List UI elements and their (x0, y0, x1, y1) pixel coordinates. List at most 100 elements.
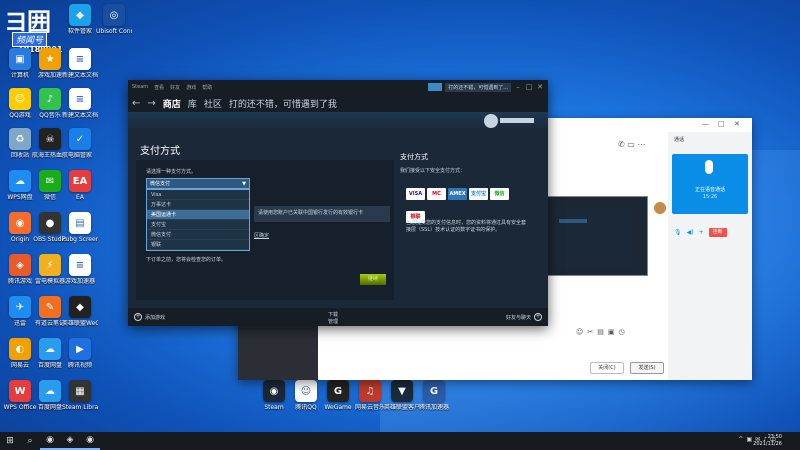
hangup-button[interactable]: 挂断 (708, 228, 727, 237)
desktop-icon[interactable]: ▼ 英雄联盟客户端 (384, 380, 420, 411)
continue-button[interactable]: 继续 (360, 274, 386, 285)
payment-option[interactable]: 美国运通卡 (147, 210, 249, 220)
desktop-icon[interactable]: G WeGame (320, 380, 356, 411)
payment-option[interactable]: 万事达卡 (147, 200, 249, 210)
desktop-icon[interactable]: ≡ 游戏加速器 (62, 254, 98, 285)
payment-card-logo: MC (427, 188, 446, 200)
desktop-icon[interactable]: ≡ 新建文本文档 (62, 88, 98, 119)
tray-app-icon[interactable]: ▣ (746, 436, 752, 443)
desktop-icon-label: 新建文本文档 (62, 72, 98, 79)
tab-store[interactable]: 商店 (163, 97, 181, 110)
speaker-icon[interactable]: ◀) (687, 229, 694, 236)
desktop-icon-label: 英雄联盟WeGame (62, 320, 98, 327)
payment-card-logo: VISA (406, 188, 425, 200)
maximize-icon[interactable]: □ (525, 83, 533, 91)
scissors-icon[interactable]: ✂ (587, 328, 597, 336)
app-icon: ◉ (9, 212, 31, 234)
desktop-icon[interactable]: ≡ 新建文本文档 (62, 48, 98, 79)
taskbar-app-steam[interactable]: ◉ (80, 432, 100, 450)
call-status-card: 正在语音通话 15:26 (672, 154, 748, 214)
call-title: 通话 (674, 137, 685, 143)
app-icon: ♻ (9, 128, 31, 150)
add-game-button[interactable]: + 添加游戏 (134, 313, 165, 321)
app-icon: ☁ (9, 170, 31, 192)
downloads-button[interactable]: 下载 管理 (328, 311, 338, 325)
app-icon: ✉ (39, 170, 61, 192)
minimize-icon[interactable]: — (702, 120, 709, 128)
tray-chevron-icon[interactable]: ^ (738, 436, 743, 443)
user-menu[interactable]: 打的还不错，可惜遇到了... (445, 82, 511, 92)
desktop-icon[interactable]: ▦ Steam Library (62, 380, 98, 411)
payment-method-select[interactable]: 微信支付 ▼ (146, 178, 250, 189)
taskbar-app-chat[interactable]: ◈ (60, 432, 80, 450)
phone-icon[interactable]: ✆ (618, 140, 625, 149)
menu-friends[interactable]: 好友 (170, 84, 180, 91)
more-icon[interactable]: ⋯ (637, 140, 645, 149)
folder-icon[interactable]: ▤ (597, 328, 608, 336)
payment-option[interactable]: Visa (147, 190, 249, 200)
screen-share-icon[interactable]: ▭ (627, 140, 635, 149)
desktop-icon[interactable]: ◆ 软件管家 (62, 4, 98, 35)
clock-icon[interactable]: ◷ (618, 328, 628, 336)
app-icon: ≡ (69, 48, 91, 70)
accepted-methods-panel: 支付方式 我们接受以下安全支付方式： VISA MC AMEX 支付宝 微信银联 当您提… (400, 152, 540, 272)
taskbar-app-qq[interactable]: ◉ (40, 432, 60, 450)
emoji-icon[interactable]: ☺ (576, 328, 587, 336)
menu-steam[interactable]: Steam (132, 84, 148, 90)
steam-footer: + 添加游戏 下载 管理 好友与聊天 + (128, 308, 548, 326)
app-icon: W (9, 380, 31, 402)
steam-titlebar: Steam 查看 好友 游戏 帮助 打的还不错，可惜遇到了... – □ ✕ (128, 80, 548, 94)
desktop-icon-label: Ubisoft Connect (96, 28, 132, 35)
payment-link[interactable]: 区确定 (254, 232, 269, 239)
desktop-icon[interactable]: ◆ 英雄联盟WeGame (62, 296, 98, 327)
tab-profile[interactable]: 打的还不错，可惜遇到了我 (229, 97, 337, 110)
add-member-icon[interactable]: + (699, 229, 704, 236)
minimize-icon[interactable]: – (514, 83, 522, 91)
microphone-icon (702, 160, 716, 182)
desktop-icon-label: 腾讯加速器 (418, 404, 449, 411)
close-chat-button[interactable]: 关闭(C) (590, 362, 624, 374)
desktop-icon[interactable]: EA EA (62, 170, 98, 201)
steam-window[interactable]: Steam 查看 好友 游戏 帮助 打的还不错，可惜遇到了... – □ ✕ ←… (128, 80, 548, 326)
mic-toggle-icon[interactable]: 🎙 (674, 229, 682, 236)
app-icon: ★ (39, 48, 61, 70)
menu-help[interactable]: 帮助 (202, 84, 212, 91)
desktop-icon[interactable]: ✓ 电脑管家 (62, 128, 98, 159)
shared-screen-thumbnail (538, 196, 648, 276)
back-arrow-icon[interactable]: ← (132, 98, 140, 109)
app-icon: ⚡ (39, 254, 61, 276)
desktop-icon[interactable]: ◉ Steam (256, 380, 292, 411)
payment-option[interactable]: 银联 (147, 240, 249, 250)
desktop-icon-label: EA (76, 194, 84, 201)
payment-option[interactable]: 支付宝 (147, 220, 249, 230)
desktop-icon[interactable]: ◎ Ubisoft Connect (96, 4, 132, 35)
menu-view[interactable]: 查看 (154, 84, 164, 91)
start-icon[interactable]: ⊞ (0, 432, 20, 450)
broadcast-button[interactable] (428, 83, 443, 91)
clock[interactable]: 23:50 2021/11/26 (753, 434, 782, 448)
forward-arrow-icon[interactable]: → (147, 98, 155, 109)
desktop-icon[interactable]: ▶ 腾讯视频 (62, 338, 98, 369)
friends-label: 好友与聊天 (505, 314, 531, 321)
send-button[interactable]: 发送(S) (630, 362, 664, 374)
downloads-label: 下载 (328, 312, 339, 318)
friends-chat-button[interactable]: 好友与聊天 + (506, 313, 542, 321)
desktop-icon[interactable]: ☺ 腾讯QQ (288, 380, 324, 411)
avatar[interactable] (654, 202, 666, 214)
tab-community[interactable]: 社区 (204, 97, 222, 110)
call-controls: 🎙 ◀) + 挂断 (674, 228, 727, 237)
desktop-icon[interactable]: G 腾讯加速器 (416, 380, 452, 411)
desktop-icon[interactable]: ▤ Pubg Screenshot (62, 212, 98, 243)
close-icon[interactable]: ✕ (536, 83, 544, 91)
app-icon: G (327, 380, 349, 402)
payment-option[interactable]: 微信支付 (147, 230, 249, 240)
maximize-icon[interactable]: □ (718, 120, 725, 128)
page-title: 支付方式 (140, 146, 180, 157)
desktop-icon[interactable]: ♫ 网易云音乐 (352, 380, 388, 411)
tab-library[interactable]: 库 (188, 97, 197, 110)
close-icon[interactable]: ✕ (734, 120, 740, 128)
steam-nav: ← → 商店 库 社区 打的还不错，可惜遇到了我 (128, 94, 548, 112)
menu-games[interactable]: 游戏 (186, 84, 196, 91)
image-icon[interactable]: ▣ (608, 328, 619, 336)
search-icon[interactable]: ⌕ (20, 432, 40, 450)
